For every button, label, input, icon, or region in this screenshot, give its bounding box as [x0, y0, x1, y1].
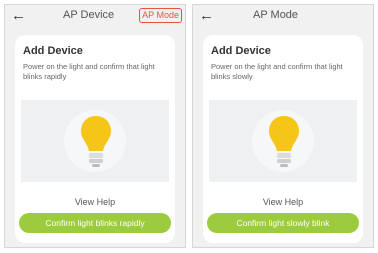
light-illustration: [209, 100, 357, 182]
light-illustration: [21, 100, 169, 182]
top-bar: ← AP Device AP Mode: [5, 5, 185, 27]
light-bulb-icon: [269, 116, 299, 167]
card-title: Add Device: [23, 45, 83, 57]
left-phone-screen: ← AP Device AP Mode Add Device Power on …: [4, 4, 186, 248]
right-phone-screen: ← AP Mode Add Device Power on the light …: [192, 4, 374, 248]
back-arrow-icon[interactable]: ←: [199, 7, 214, 25]
back-arrow-icon[interactable]: ←: [11, 7, 26, 25]
instruction-text: Power on the light and confirm that ligh…: [23, 62, 155, 81]
confirm-blinks-rapidly-button[interactable]: Confirm light blinks rapidly: [19, 213, 171, 233]
page-title: AP Mode: [253, 9, 299, 21]
view-help-link[interactable]: View Help: [203, 197, 363, 207]
add-device-card: Add Device Power on the light and confir…: [203, 35, 363, 243]
confirm-slowly-blink-button[interactable]: Confirm light slowly blink: [207, 213, 359, 233]
light-bulb-icon: [81, 116, 111, 167]
add-device-card: Add Device Power on the light and confir…: [15, 35, 175, 243]
ap-mode-link[interactable]: AP Mode: [139, 8, 182, 23]
view-help-link[interactable]: View Help: [15, 197, 175, 207]
top-bar: ← AP Mode: [193, 5, 373, 27]
instruction-text: Power on the light and confirm that ligh…: [211, 62, 343, 81]
card-title: Add Device: [211, 45, 271, 57]
page-title: AP Device: [63, 9, 115, 21]
